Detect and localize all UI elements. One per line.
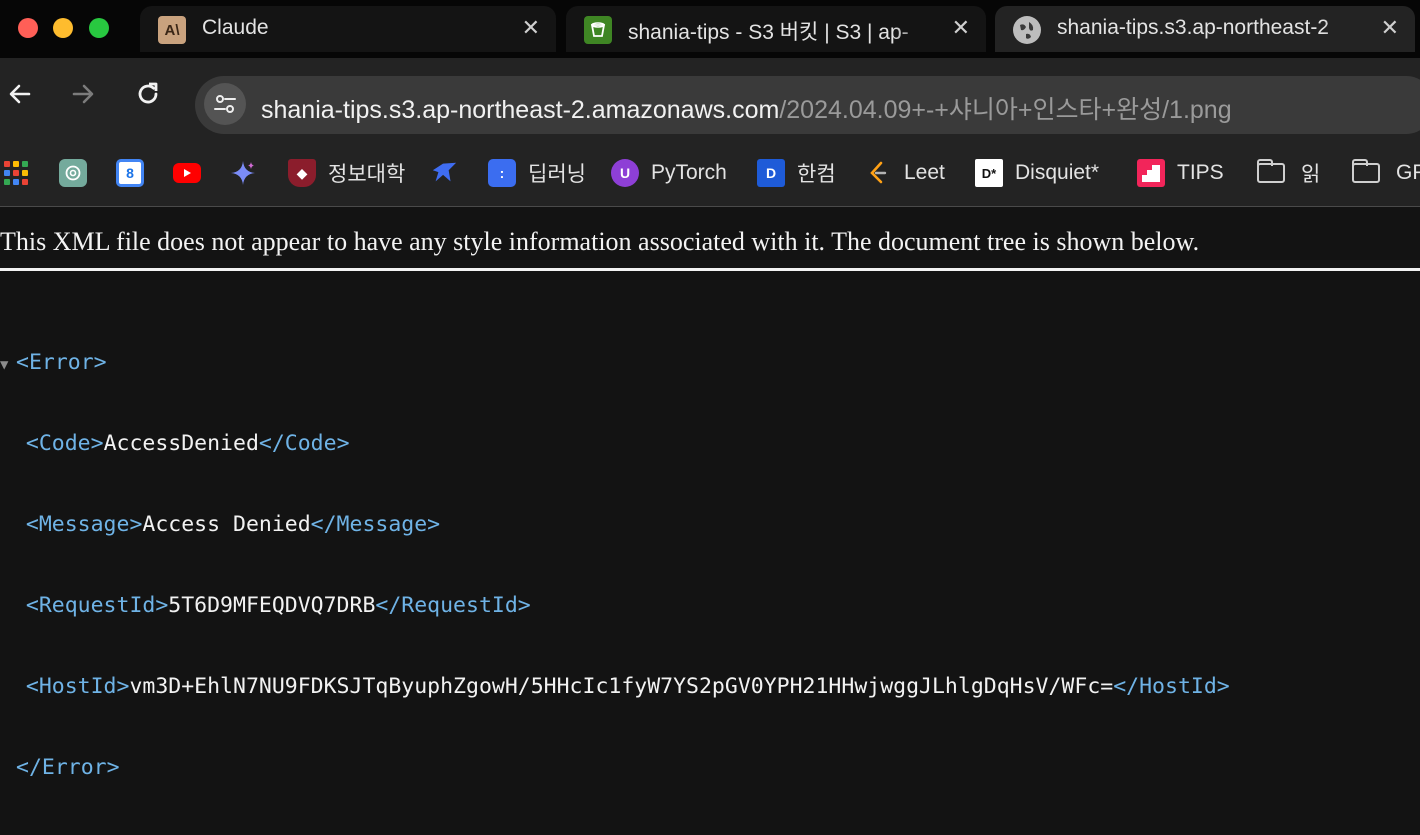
bookmark-calendar[interactable]: 8 <box>116 158 144 188</box>
url-text[interactable]: shania-tips.s3.ap-northeast-2.amazonaws.… <box>261 90 1232 126</box>
xml-hostid-value: vm3D+EhlN7NU9FDKSJTqByuphZgowH/5HHcIc1fy… <box>129 674 1114 699</box>
tab-title: shania-tips.s3.ap-northeast-2 <box>1057 16 1329 39</box>
reload-button[interactable] <box>128 74 168 114</box>
bookmark-label: GP <box>1396 161 1420 184</box>
back-button[interactable] <box>0 74 40 114</box>
bookmark-leet[interactable]: Leet <box>864 158 945 188</box>
close-icon[interactable]: ✕ <box>1381 15 1399 41</box>
arrow-left-icon <box>9 84 31 104</box>
bookmark-tips[interactable]: TIPS <box>1137 158 1224 188</box>
bookmark-label: 딥러닝 <box>528 163 586 186</box>
tab-title: shania-tips - S3 버킷 | S3 | ap- <box>628 21 909 44</box>
bookmark-label: 한컴 <box>797 163 836 186</box>
bookmark-university[interactable]: ◆ 정보대학 <box>288 158 405 188</box>
bookmark-label: 정보대학 <box>328 163 406 186</box>
notice-divider <box>0 268 1420 271</box>
bookmark-disquiet[interactable]: D* Disquiet* <box>975 158 1099 188</box>
dl-icon: : <box>488 159 516 187</box>
hancom-icon: D <box>757 159 785 187</box>
bookmark-folder-gp[interactable]: GP <box>1352 158 1420 188</box>
apps-grid-icon <box>4 161 28 185</box>
university-crest-icon: ◆ <box>288 159 316 187</box>
globe-icon <box>1013 16 1041 44</box>
xml-code-value: AccessDenied <box>103 431 259 456</box>
tab-title: Claude <box>202 16 269 39</box>
aws-s3-icon <box>584 16 612 44</box>
close-icon[interactable]: ✕ <box>522 15 540 41</box>
bookmark-label: TIPS <box>1177 161 1224 184</box>
xml-line-code: <Code>AccessDenied</Code> <box>0 430 1230 457</box>
tips-icon <box>1137 159 1165 187</box>
folder-icon <box>1257 159 1285 183</box>
xml-tag: <Error> <box>16 350 107 375</box>
bookmark-label: Disquiet* <box>1015 161 1100 184</box>
claude-logo-icon: A\ <box>158 16 186 44</box>
tab-strip: A\ Claude ✕ shania-tips - S3 버킷 | S3 | a… <box>0 0 1420 58</box>
bookmark-chatgpt[interactable] <box>59 158 87 188</box>
bookmark-pytorch[interactable]: U PyTorch <box>611 158 727 188</box>
bookmark-folder-read[interactable]: 읽 <box>1257 158 1320 188</box>
bookmarks-bar: 8 ◆ 정보대학 : 딥러닝 U PyTorch D 한컴 Leet D* Di… <box>0 144 1420 207</box>
youtube-icon <box>173 163 201 183</box>
window-minimize-button[interactable] <box>53 18 73 38</box>
close-icon[interactable]: ✕ <box>952 15 970 41</box>
xml-requestid-value: 5T6D9MFEQDVQ7DRB <box>168 593 376 618</box>
xml-tag: <RequestId> <box>25 593 169 618</box>
tab-s3-console[interactable]: shania-tips - S3 버킷 | S3 | ap- ✕ <box>566 6 986 52</box>
bookmark-apps[interactable] <box>4 158 28 188</box>
xml-tag: </RequestId> <box>375 593 531 618</box>
bird-icon <box>430 159 458 187</box>
bookmark-hancom[interactable]: D 한컴 <box>757 158 836 188</box>
address-bar[interactable]: shania-tips.s3.ap-northeast-2.amazonaws.… <box>195 76 1420 134</box>
reload-icon <box>138 82 158 104</box>
xml-line-requestid: <RequestId>5T6D9MFEQDVQ7DRB</RequestId> <box>0 592 1230 619</box>
xml-tag: <Message> <box>25 512 143 537</box>
gemini-icon <box>229 159 257 187</box>
bookmark-label: 읽 <box>1301 163 1321 186</box>
arrow-right-icon <box>72 84 94 104</box>
forward-button[interactable] <box>63 74 103 114</box>
page-content: This XML file does not appear to have an… <box>0 207 1420 780</box>
google-calendar-icon: 8 <box>116 159 144 187</box>
pytorch-icon: U <box>611 159 639 187</box>
browser-toolbar: shania-tips.s3.ap-northeast-2.amazonaws.… <box>0 58 1420 144</box>
bookmark-gemini[interactable] <box>229 158 257 188</box>
xml-tag: <HostId> <box>25 674 130 699</box>
xml-line-error-close: </Error> <box>0 754 1230 781</box>
folder-icon <box>1352 159 1380 183</box>
leetcode-icon <box>864 159 892 187</box>
bookmark-deeplearning[interactable]: : 딥러닝 <box>488 158 586 188</box>
xml-tag: </Error> <box>16 755 120 780</box>
xml-tree: ▼ <Error> <Code>AccessDenied</Code> <Mess… <box>0 295 1230 835</box>
window-close-button[interactable] <box>18 18 38 38</box>
xml-line-message: <Message>Access Denied</Message> <box>0 511 1230 538</box>
url-path: /2024.04.09+-+샤니아+인스타+완성/1.png <box>779 96 1232 124</box>
xml-style-notice: This XML file does not appear to have an… <box>0 227 1200 256</box>
window-zoom-button[interactable] <box>89 18 109 38</box>
tab-claude[interactable]: A\ Claude ✕ <box>140 6 556 52</box>
chatgpt-icon <box>59 159 87 187</box>
bookmark-label: PyTorch <box>651 161 727 184</box>
disquiet-icon: D* <box>975 159 1003 187</box>
xml-line-hostid: <HostId>vm3D+EhlN7NU9FDKSJTqByuphZgowH/5… <box>0 673 1230 700</box>
bookmark-label: Leet <box>904 161 945 184</box>
xml-tag: </Message> <box>310 512 441 537</box>
xml-tag: <Code> <box>25 431 104 456</box>
url-host: shania-tips.s3.ap-northeast-2.amazonaws.… <box>261 96 780 124</box>
bookmark-youtube[interactable] <box>173 158 201 188</box>
collapse-triangle-icon[interactable]: ▼ <box>0 352 16 379</box>
xml-message-value: Access Denied <box>142 512 311 537</box>
bookmark-bird[interactable] <box>430 158 458 188</box>
site-settings-icon[interactable] <box>204 83 246 125</box>
tab-s3-object[interactable]: shania-tips.s3.ap-northeast-2 ✕ <box>995 6 1415 52</box>
xml-line-error-open: ▼ <Error> <box>0 349 1230 376</box>
xml-tag: </HostId> <box>1113 674 1230 699</box>
xml-tag: </Code> <box>258 431 350 456</box>
